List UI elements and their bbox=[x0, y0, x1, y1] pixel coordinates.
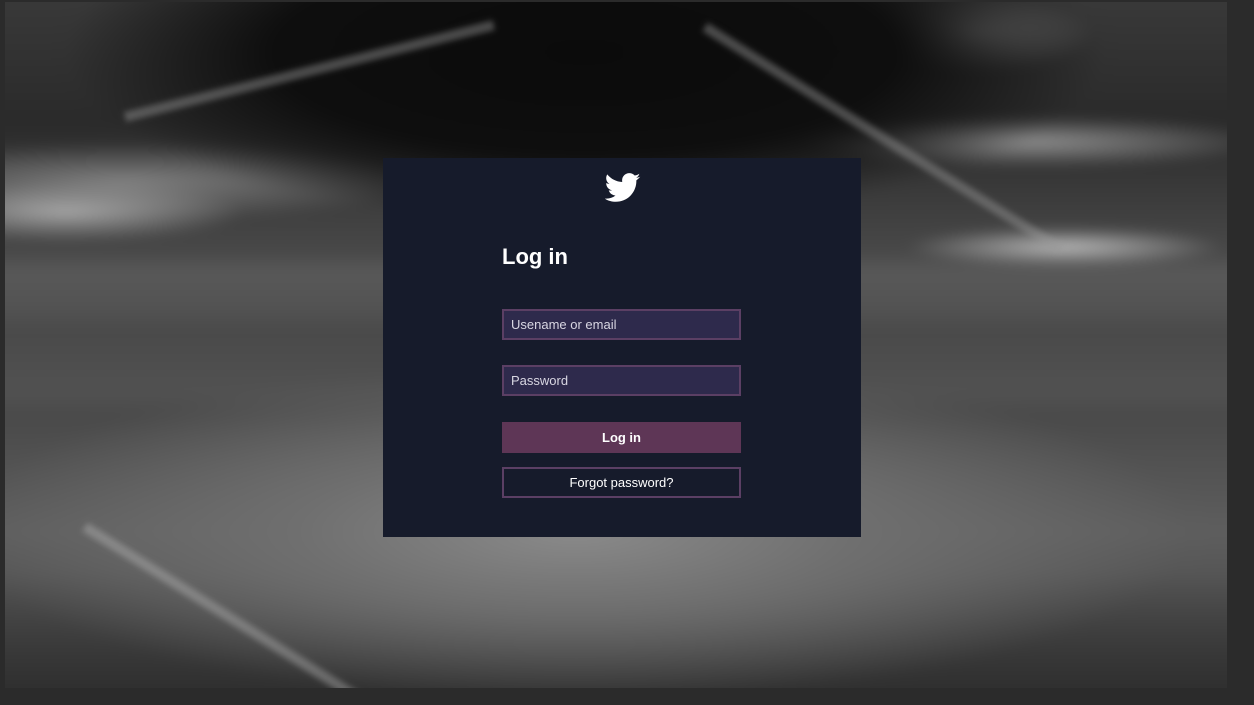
password-input[interactable] bbox=[502, 365, 741, 396]
login-card: Log in Log in Forgot password? bbox=[383, 158, 861, 537]
twitter-bird-icon bbox=[605, 173, 641, 202]
page-title: Log in bbox=[502, 244, 568, 269]
forgot-password-button[interactable]: Forgot password? bbox=[502, 467, 741, 498]
username-input[interactable] bbox=[502, 309, 741, 340]
login-button[interactable]: Log in bbox=[502, 422, 741, 453]
app-frame: Log in Log in Forgot password? bbox=[5, 2, 1227, 688]
